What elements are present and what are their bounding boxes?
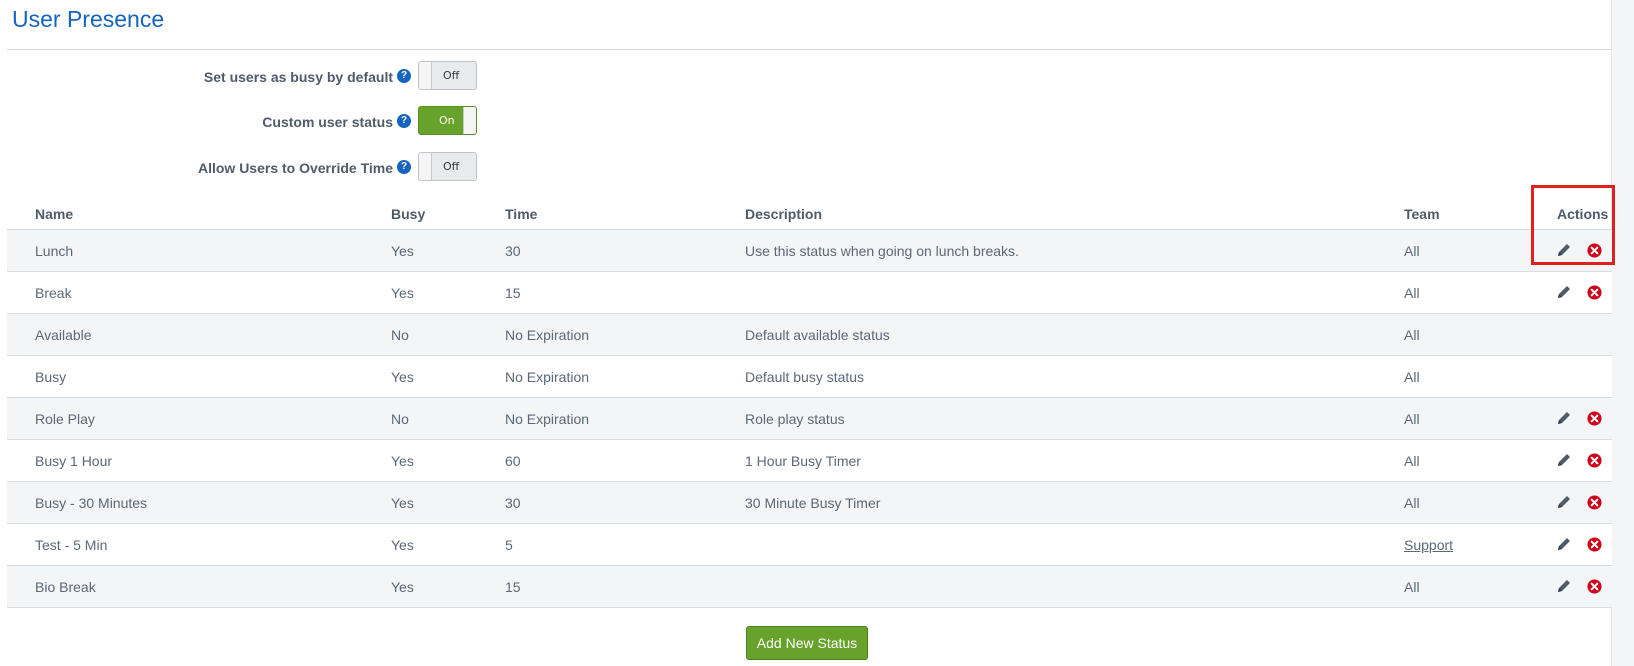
setting-label: Set users as busy by default (203, 69, 393, 85)
table-row: Bio Break Yes 15 All (7, 566, 1612, 608)
column-header-description[interactable]: Description (745, 206, 822, 222)
cell-busy: No (391, 411, 409, 427)
table-row: Busy Yes No Expiration Default busy status A… (7, 356, 1612, 398)
cell-name: Lunch (35, 243, 74, 259)
cell-time: 5 (505, 537, 513, 553)
cell-name: Role Play (35, 411, 95, 427)
cell-description: Use this status when going on lunch brea… (745, 243, 1019, 259)
column-header-busy[interactable]: Busy (391, 206, 425, 222)
setting-label: Allow Users to Override Time (197, 160, 393, 176)
cell-team: All (1404, 369, 1420, 385)
setting-override-time: Allow Users to Override Time ? Off (0, 152, 500, 184)
column-header-team[interactable]: Team (1404, 206, 1440, 222)
cell-team: All (1404, 411, 1420, 427)
page-title: User Presence (12, 6, 165, 32)
cell-team: All (1404, 495, 1420, 511)
cell-time: No Expiration (505, 411, 590, 427)
toggle-knob (419, 62, 432, 89)
delete-circle-icon[interactable] (1587, 285, 1602, 300)
cell-time: 15 (505, 579, 521, 595)
cell-name: Available (35, 327, 92, 343)
cell-team: All (1404, 285, 1420, 301)
status-table: Name Busy Time Description Team Actions … (7, 199, 1612, 608)
column-header-time[interactable]: Time (505, 206, 537, 222)
delete-circle-icon[interactable] (1587, 411, 1602, 426)
toggle-knob (419, 153, 432, 180)
cell-busy: Yes (391, 243, 414, 259)
custom-status-toggle[interactable]: On (418, 106, 477, 135)
table-row: Lunch Yes 30 Use this status when going on … (7, 230, 1612, 272)
cell-time: 15 (505, 285, 521, 301)
cell-time: 60 (505, 453, 521, 469)
delete-circle-icon[interactable] (1587, 579, 1602, 594)
table-row: Role Play No No Expiration Role play status… (7, 398, 1612, 440)
table-row: Break Yes 15 All (7, 272, 1612, 314)
cell-busy: Yes (391, 453, 414, 469)
cell-description: Role play status (745, 411, 845, 427)
title-divider (7, 49, 1612, 50)
setting-label: Custom user status (262, 114, 393, 130)
cell-team: All (1404, 243, 1420, 259)
pencil-icon[interactable] (1556, 536, 1572, 552)
cell-time: No Expiration (505, 369, 590, 385)
cell-time: No Expiration (505, 327, 590, 343)
cell-busy: Yes (391, 369, 414, 385)
toggle-state: On (439, 114, 455, 127)
table-row: Available No No Expiration Default availabl… (7, 314, 1612, 356)
table-header: Name Busy Time Description Team Actions (7, 199, 1612, 230)
cell-busy: Yes (391, 537, 414, 553)
table-row: Test - 5 Min Yes 5 Support (7, 524, 1612, 566)
toggle-state: Off (443, 160, 460, 173)
cell-busy: Yes (391, 579, 414, 595)
cell-name: Break (35, 285, 72, 301)
column-header-name[interactable]: Name (35, 206, 73, 222)
table-row: Busy - 30 Minutes Yes 30 30 Minute Busy Tim… (7, 482, 1612, 524)
help-icon[interactable]: ? (397, 69, 411, 83)
pencil-icon[interactable] (1556, 494, 1572, 510)
delete-circle-icon[interactable] (1587, 495, 1602, 510)
delete-circle-icon[interactable] (1587, 453, 1602, 468)
pencil-icon[interactable] (1556, 410, 1572, 426)
pencil-icon[interactable] (1556, 284, 1572, 300)
table-row: Busy 1 Hour Yes 60 1 Hour Busy Timer All (7, 440, 1612, 482)
vertical-scrollbar[interactable] (1611, 0, 1634, 666)
cell-description: Default busy status (745, 369, 865, 385)
toggle-knob (463, 107, 476, 134)
cell-name: Busy - 30 Minutes (35, 495, 148, 511)
delete-circle-icon[interactable] (1587, 537, 1602, 552)
cell-busy: Yes (391, 495, 414, 511)
cell-time: 30 (505, 495, 521, 511)
team-link[interactable]: Support (1404, 537, 1453, 553)
cell-team: All (1404, 327, 1420, 343)
cell-name: Bio Break (35, 579, 96, 595)
pencil-icon[interactable] (1556, 578, 1572, 594)
setting-busy-default: Set users as busy by default ? Off (0, 61, 500, 93)
cell-team: All (1404, 579, 1420, 595)
help-icon[interactable]: ? (397, 160, 411, 174)
cell-name: Test - 5 Min (35, 537, 108, 553)
pencil-icon[interactable] (1556, 452, 1572, 468)
cell-name: Busy (35, 369, 67, 385)
cell-description: 1 Hour Busy Timer (745, 453, 861, 469)
actions-highlight-box (1531, 185, 1615, 265)
cell-team: All (1404, 453, 1420, 469)
cell-busy: No (391, 327, 409, 343)
cell-time: 30 (505, 243, 521, 259)
cell-name: Busy 1 Hour (35, 453, 113, 469)
cell-busy: Yes (391, 285, 414, 301)
setting-custom-status: Custom user status ? On (0, 106, 500, 138)
table-body: Lunch Yes 30 Use this status when going on … (7, 230, 1612, 608)
help-icon[interactable]: ? (397, 114, 411, 128)
cell-description: Default available status (745, 327, 890, 343)
busy-default-toggle[interactable]: Off (418, 61, 477, 90)
cell-description: 30 Minute Busy Timer (745, 495, 881, 511)
add-new-status-button[interactable]: Add New Status (746, 626, 868, 660)
toggle-state: Off (443, 69, 460, 82)
override-time-toggle[interactable]: Off (418, 152, 477, 181)
